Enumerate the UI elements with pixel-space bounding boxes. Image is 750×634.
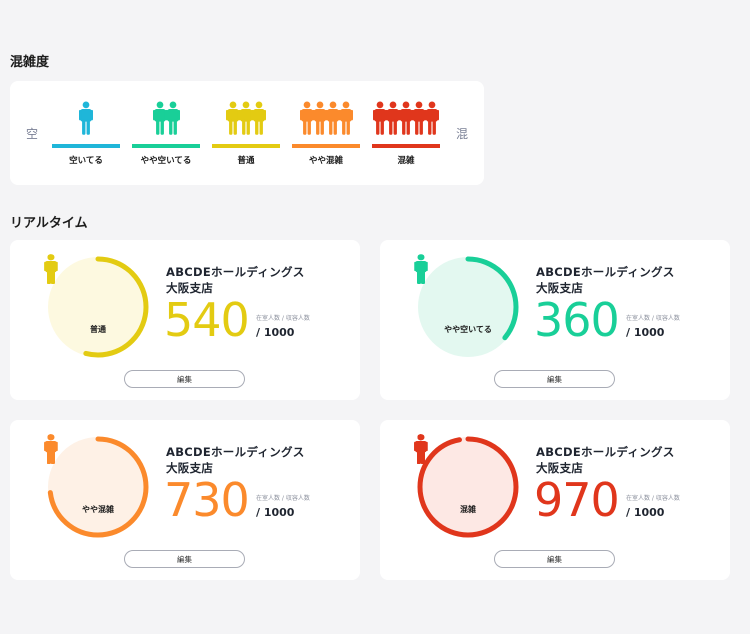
capacity-value: / 1000 — [256, 506, 295, 519]
company-name: ABCDEホールディングス — [536, 445, 675, 459]
legend-level-bar — [52, 144, 120, 148]
occupancy-count: 970 — [534, 473, 620, 527]
legend-level-somewhat-empty: やや空いてる — [131, 99, 201, 166]
legend-crowded-end: 混 — [456, 127, 469, 141]
legend-level-bar — [212, 144, 280, 148]
congestion-section-title: 混雑度 — [10, 55, 50, 70]
people-icon — [131, 99, 201, 135]
legend-level-label: やや混雑 — [308, 156, 343, 166]
legend-level-normal: 普通 — [211, 99, 281, 166]
company-name: ABCDEホールディングス — [166, 265, 305, 279]
edit-button[interactable]: 編集 — [494, 550, 615, 568]
edit-button[interactable]: 編集 — [124, 550, 245, 568]
legend-level-somewhat-crowded: やや混雑 — [291, 99, 361, 166]
store-name: ABCDEホールディングス 大阪支店 — [166, 444, 305, 476]
legend-level-bar — [132, 144, 200, 148]
capacity-value: / 1000 — [626, 326, 665, 339]
legend-level-empty: 空いてる — [51, 99, 121, 166]
store-card: 普通 ABCDEホールディングス 大阪支店 540 在室人数 / 収容人数 / … — [10, 240, 360, 400]
occupancy-count: 730 — [164, 473, 250, 527]
people-icon — [371, 99, 441, 135]
legend-empty-end: 空 — [26, 127, 39, 141]
legend-level-label: やや空いてる — [140, 156, 192, 166]
occupancy-gauge: 混雑 — [414, 434, 521, 540]
occupancy-gauge: やや空いてる — [414, 254, 521, 360]
edit-button[interactable]: 編集 — [124, 370, 245, 388]
congestion-status: 混雑 — [460, 505, 476, 514]
store-card: やや空いてる ABCDEホールディングス 大阪支店 360 在室人数 / 収容人… — [380, 240, 730, 400]
occupancy-gauge: やや混雑 — [44, 434, 151, 540]
store-card: 混雑 ABCDEホールディングス 大阪支店 970 在室人数 / 収容人数 / … — [380, 420, 730, 580]
congestion-status: やや空いてる — [444, 325, 492, 334]
store-card: やや混雑 ABCDEホールディングス 大阪支店 730 在室人数 / 収容人数 … — [10, 420, 360, 580]
congestion-status: 普通 — [90, 325, 106, 334]
legend-level-bar — [372, 144, 440, 148]
people-icon — [291, 99, 361, 135]
occupancy-caption: 在室人数 / 収容人数 — [256, 495, 310, 502]
congestion-legend-card: 空 混 空いてる やや空いてる 普通 やや混雑 混雑 — [10, 81, 484, 185]
occupancy-caption: 在室人数 / 収容人数 — [256, 315, 310, 322]
company-name: ABCDEホールディングス — [166, 445, 305, 459]
people-icon — [211, 99, 281, 135]
store-name: ABCDEホールディングス 大阪支店 — [166, 264, 305, 296]
legend-level-label: 空いてる — [69, 156, 103, 166]
capacity-value: / 1000 — [256, 326, 295, 339]
occupancy-caption: 在室人数 / 収容人数 — [626, 495, 680, 502]
edit-button[interactable]: 編集 — [494, 370, 615, 388]
occupancy-count: 540 — [164, 293, 250, 347]
occupancy-gauge: 普通 — [44, 254, 151, 360]
legend-level-bar — [292, 144, 360, 148]
store-name: ABCDEホールディングス 大阪支店 — [536, 444, 675, 476]
congestion-status: やや混雑 — [82, 505, 114, 514]
legend-level-crowded: 混雑 — [371, 99, 441, 166]
legend-level-label: 混雑 — [397, 156, 415, 166]
company-name: ABCDEホールディングス — [536, 265, 675, 279]
store-name: ABCDEホールディングス 大阪支店 — [536, 264, 675, 296]
legend-level-label: 普通 — [237, 156, 255, 166]
people-icon — [51, 99, 121, 135]
capacity-value: / 1000 — [626, 506, 665, 519]
occupancy-caption: 在室人数 / 収容人数 — [626, 315, 680, 322]
occupancy-count: 360 — [534, 293, 620, 347]
realtime-section-title: リアルタイム — [10, 216, 88, 231]
